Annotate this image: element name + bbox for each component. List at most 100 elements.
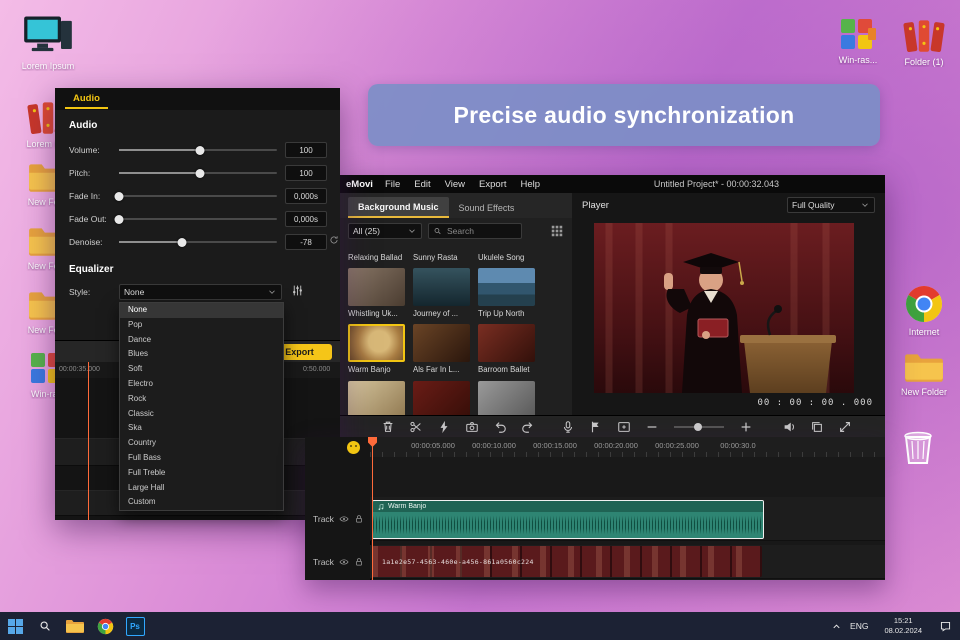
style-option[interactable]: Rock [120,392,283,407]
desktop-icon-recycle-bin[interactable] [896,426,940,466]
tab-audio[interactable]: Audio [65,89,108,109]
snapshot-icon[interactable] [465,420,479,434]
taskbar-chrome-button[interactable] [90,612,120,640]
lock-icon[interactable] [354,557,364,567]
lock-icon[interactable] [354,514,364,524]
track-thumb-warm-banjo-selected[interactable] [348,324,405,362]
volume-value[interactable]: 100 [285,142,327,158]
style-option[interactable]: Dance [120,333,283,348]
sticker-icon[interactable] [347,441,360,454]
menu-view[interactable]: View [445,179,465,190]
slider-handle[interactable] [114,191,124,201]
search-input[interactable] [445,225,517,237]
track-thumb-whistling[interactable] [348,268,405,306]
style-option[interactable]: None [120,303,283,318]
style-option[interactable]: Country [120,436,283,451]
language-indicator[interactable]: ENG [850,621,868,631]
redo-icon[interactable] [521,420,535,434]
style-option[interactable]: Classic [120,407,283,422]
playhead-line[interactable] [372,437,373,580]
cut-icon[interactable] [409,420,423,434]
audio-settings-window: Audio Audio Volume: 100 Pitch: 100 Fade … [55,88,340,520]
equalizer-icon[interactable] [291,284,304,297]
zoom-in-icon[interactable] [739,420,753,434]
track-thumb-trip-up-north[interactable] [478,268,535,306]
style-option[interactable]: Full Bass [120,451,283,466]
tab-sound-effects[interactable]: Sound Effects [449,198,525,218]
track-thumb-barroom-ballet[interactable] [478,324,535,362]
zoom-slider-handle[interactable] [694,422,702,431]
desktop-icon-new-folder-right[interactable]: New Folder [888,350,960,397]
fullscreen-icon[interactable] [838,420,852,434]
menu-export[interactable]: Export [479,179,506,190]
video-clip[interactable]: 1a1e2e57-4563-460e-a456-861a0560c224 [372,546,762,577]
reset-icon[interactable] [329,235,339,245]
slider-handle[interactable] [195,168,205,178]
style-option[interactable]: Pop [120,318,283,333]
volume-icon[interactable] [782,420,796,434]
menu-file[interactable]: File [385,179,400,190]
taskbar-explorer-button[interactable] [60,612,90,640]
menu-help[interactable]: Help [521,179,541,190]
search-box[interactable] [428,223,522,239]
style-option[interactable]: Soft [120,362,283,377]
taskbar-search-button[interactable] [30,612,60,640]
tray-caret-icon[interactable] [831,621,842,632]
eye-icon[interactable] [339,514,349,524]
start-button[interactable] [0,612,30,640]
grid-view-icon[interactable] [550,224,564,238]
category-dropdown[interactable]: All (25) [348,223,422,239]
pitch-value[interactable]: 100 [285,165,327,181]
track-thumb-als-far[interactable] [413,324,470,362]
quality-dropdown[interactable]: Full Quality [787,197,875,213]
zoom-slider[interactable] [674,422,724,431]
desktop-icon-folder-1[interactable]: Folder (1) [888,16,960,67]
style-option[interactable]: Large Hall [120,481,283,496]
pitch-slider[interactable] [119,168,277,178]
undo-icon[interactable] [493,420,507,434]
desktop-icon-winrar-top[interactable]: Win-ras... [822,16,894,65]
fade-out-value[interactable]: 0,000s [285,211,327,227]
ruler-time: 00:00:30.0 [720,441,756,450]
desktop-icon-computer[interactable]: Lorem Ipsum [12,14,84,71]
menu-edit[interactable]: Edit [414,179,430,190]
track-thumb[interactable] [478,381,535,415]
split-icon[interactable] [437,420,451,434]
slider-handle[interactable] [195,145,205,155]
action-center-button[interactable] [930,612,960,640]
add-frame-icon[interactable] [617,420,631,434]
track-title: Whistling Uk... [348,309,398,318]
taskbar-photoshop-button[interactable]: Ps [120,612,150,640]
library-label-row: Whistling Uk... Journey of ... Trip Up N… [348,309,543,318]
track-thumb-journey[interactable] [413,268,470,306]
volume-slider[interactable] [119,145,277,155]
denoise-label: Denoise: [69,237,103,247]
style-option[interactable]: Ska [120,421,283,436]
chevron-down-icon [860,200,870,210]
style-option[interactable]: Blues [120,347,283,362]
record-voice-icon[interactable] [561,420,575,434]
taskbar-clock[interactable]: 15:21 08.02.2024 [884,616,922,636]
style-option[interactable]: Electro [120,377,283,392]
fade-in-value[interactable]: 0,000s [285,188,327,204]
track-thumb[interactable] [348,381,405,415]
desktop-icon-internet[interactable]: Internet [888,284,960,337]
eye-icon[interactable] [339,557,349,567]
duplicate-icon[interactable] [810,420,824,434]
marker-icon[interactable] [589,420,603,434]
ruler-time: 00:00:10.000 [472,441,516,450]
fade-out-slider[interactable] [114,214,277,224]
track-thumb[interactable] [413,381,470,415]
fade-in-slider[interactable] [114,191,277,201]
delete-icon[interactable] [381,420,395,434]
style-option[interactable]: Full Treble [120,466,283,481]
zoom-out-icon[interactable] [645,420,659,434]
audio-clip-warm-banjo[interactable]: Warm Banjo [372,500,764,539]
style-option[interactable]: Custom [120,495,283,510]
denoise-value[interactable]: -78 [285,234,327,250]
slider-handle[interactable] [177,237,187,247]
equalizer-style-dropdown[interactable]: None [119,284,282,300]
denoise-slider[interactable] [119,237,277,247]
tab-background-music[interactable]: Background Music [348,197,449,218]
slider-handle[interactable] [114,214,124,224]
